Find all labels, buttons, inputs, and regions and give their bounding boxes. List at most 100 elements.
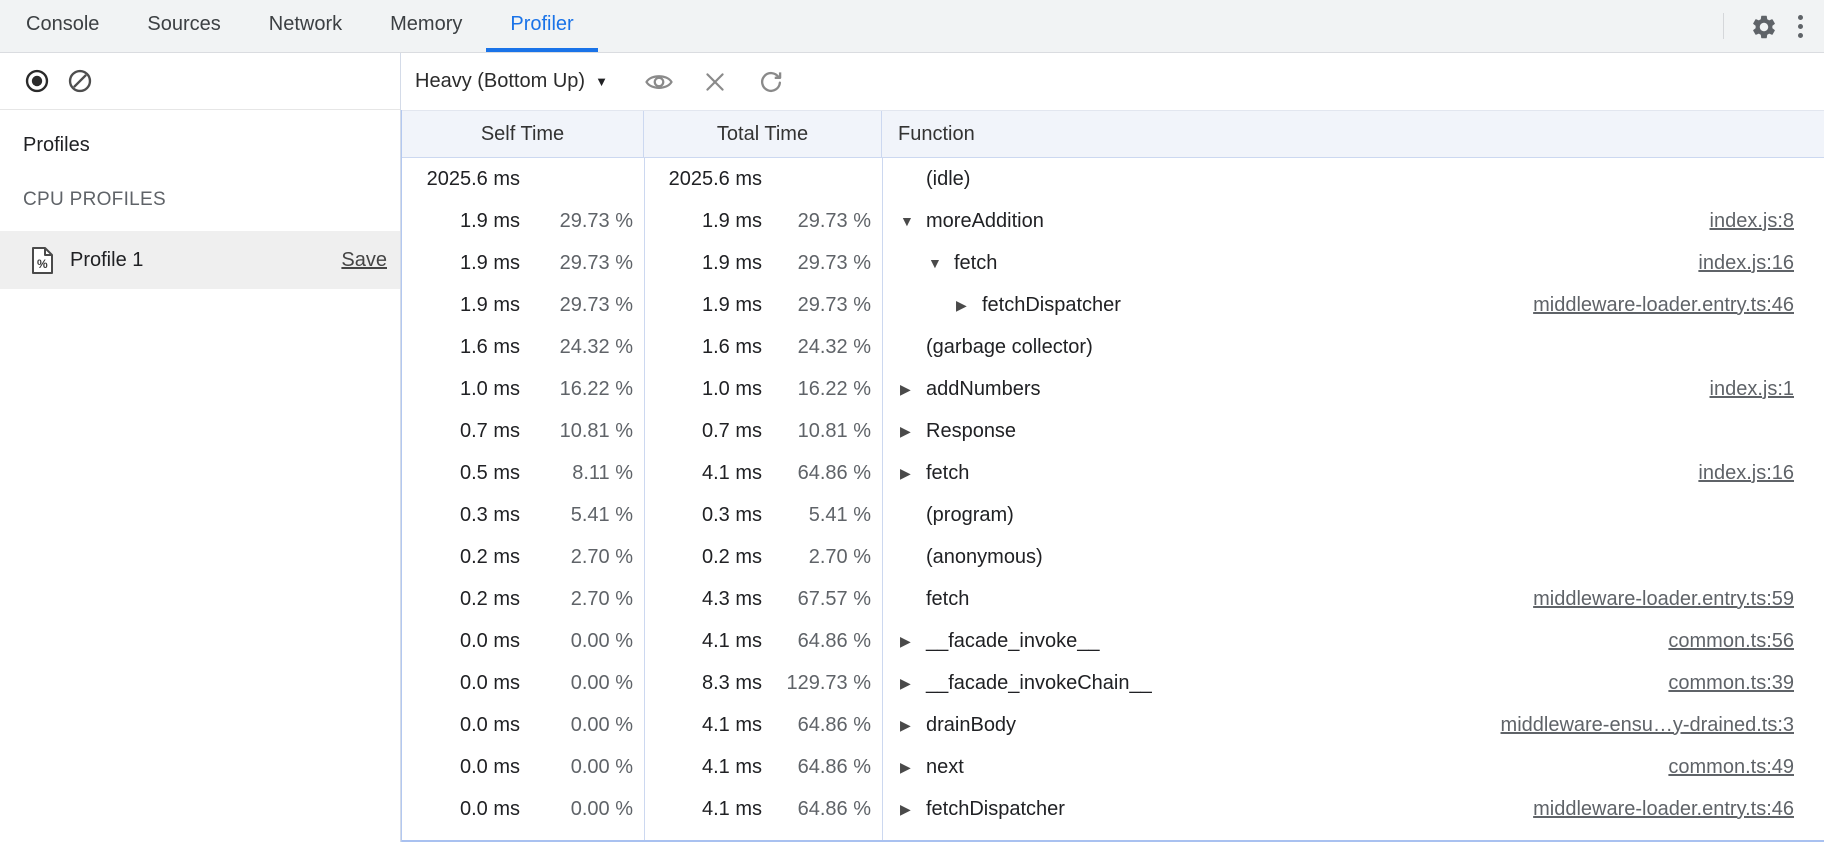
table-row[interactable]: 0.0 ms0.00 %8.3 ms129.73 %▶__facade_invo… <box>402 662 1824 704</box>
restore-refresh-icon[interactable] <box>756 67 786 97</box>
total-time-cell: 8.3 ms129.73 % <box>644 672 882 695</box>
self-time-cell: 1.6 ms24.32 % <box>402 336 644 359</box>
self-time-cell-percent: 10.81 % <box>520 420 644 443</box>
table-row[interactable]: 0.3 ms5.41 %0.3 ms5.41 %(program) <box>402 494 1824 536</box>
self-time-cell-ms: 0.0 ms <box>402 714 520 737</box>
total-time-cell-percent: 5.41 % <box>762 504 882 527</box>
expand-arrow-icon[interactable]: ▶ <box>900 633 926 650</box>
table-row[interactable]: 0.2 ms2.70 %4.3 ms67.57 %fetchmiddleware… <box>402 578 1824 620</box>
total-time-cell: 1.6 ms24.32 % <box>644 336 882 359</box>
view-mode-dropdown[interactable]: Heavy (Bottom Up) ▼ <box>415 70 608 93</box>
self-time-cell-ms: 0.2 ms <box>402 546 520 569</box>
sidebar-item-profiles[interactable]: Profiles <box>0 128 400 163</box>
exclude-selected-close-icon[interactable] <box>700 67 730 97</box>
table-row[interactable]: 0.0 ms0.00 %4.1 ms64.86 %▶drainBodymiddl… <box>402 704 1824 746</box>
tab-profiler[interactable]: Profiler <box>486 0 597 52</box>
focus-selected-eye-icon[interactable] <box>644 67 674 97</box>
self-time-cell-percent: 8.11 % <box>520 462 644 485</box>
profiler-panel: Profiles CPU PROFILES % Profile 1 Save <box>0 53 1824 842</box>
expand-arrow-icon[interactable]: ▶ <box>900 423 926 440</box>
tab-console[interactable]: Console <box>2 0 123 52</box>
table-row[interactable]: 1.9 ms29.73 %1.9 ms29.73 %▶fetchDispatch… <box>402 284 1824 326</box>
kebab-menu-icon[interactable] <box>1784 0 1824 53</box>
table-row[interactable]: 1.6 ms24.32 %1.6 ms24.32 %(garbage colle… <box>402 326 1824 368</box>
self-time-cell: 0.5 ms8.11 % <box>402 462 644 485</box>
self-time-cell-ms: 0.0 ms <box>402 756 520 779</box>
table-row[interactable]: 0.0 ms0.00 %4.1 ms64.86 %▶__facade_invok… <box>402 620 1824 662</box>
source-location-link[interactable]: index.js:8 <box>1710 210 1824 233</box>
source-location-link[interactable]: common.ts:39 <box>1668 672 1824 695</box>
self-time-cell-percent: 2.70 % <box>520 546 644 569</box>
expand-arrow-icon[interactable]: ▶ <box>900 381 926 398</box>
expand-arrow-icon[interactable]: ▼ <box>928 255 954 271</box>
clear-profiles-button[interactable] <box>67 68 93 94</box>
tabbar-spacer <box>598 0 1723 52</box>
expand-arrow-icon[interactable]: ▶ <box>956 297 982 314</box>
function-name: addNumbers <box>926 378 1041 401</box>
settings-gear-icon[interactable] <box>1744 0 1784 53</box>
profile-data-grid: Self Time Total Time Function 2025.6 ms2… <box>401 110 1824 842</box>
total-time-cell-ms: 2025.6 ms <box>644 168 762 191</box>
profile-document-icon: % <box>30 246 55 275</box>
data-grid-body: 2025.6 ms2025.6 ms(idle)1.9 ms29.73 %1.9… <box>402 158 1824 842</box>
function-name: fetchDispatcher <box>926 798 1065 821</box>
column-header-self-time[interactable]: Self Time <box>402 111 644 157</box>
self-time-cell-percent: 5.41 % <box>520 504 644 527</box>
source-location-link[interactable]: middleware-loader.entry.ts:46 <box>1533 798 1824 821</box>
source-location-link[interactable]: common.ts:49 <box>1668 756 1824 779</box>
save-profile-link[interactable]: Save <box>341 249 387 272</box>
self-time-cell-percent: 0.00 % <box>520 672 644 695</box>
source-location-link[interactable]: index.js:16 <box>1698 252 1824 275</box>
column-header-total-time[interactable]: Total Time <box>644 111 882 157</box>
expand-arrow-icon[interactable]: ▶ <box>900 675 926 692</box>
source-location-link[interactable]: index.js:16 <box>1698 462 1824 485</box>
tab-memory[interactable]: Memory <box>366 0 486 52</box>
self-time-cell: 0.0 ms0.00 % <box>402 714 644 737</box>
source-location-link[interactable]: middleware-ensu…y-drained.ts:3 <box>1501 714 1824 737</box>
function-name: (program) <box>926 504 1014 527</box>
tab-network[interactable]: Network <box>245 0 366 52</box>
self-time-cell-ms: 2025.6 ms <box>402 168 520 191</box>
total-time-cell: 1.9 ms29.73 % <box>644 294 882 317</box>
source-location-link[interactable]: common.ts:56 <box>1668 630 1824 653</box>
expand-arrow-icon[interactable]: ▶ <box>900 759 926 776</box>
function-cell: fetchmiddleware-loader.entry.ts:59 <box>882 588 1824 611</box>
total-time-cell: 1.0 ms16.22 % <box>644 378 882 401</box>
total-time-cell-ms: 1.9 ms <box>644 210 762 233</box>
record-button[interactable] <box>24 68 50 94</box>
table-row[interactable]: 0.5 ms8.11 %4.1 ms64.86 %▶fetchindex.js:… <box>402 452 1824 494</box>
profile-item-selected[interactable]: % Profile 1 Save <box>0 231 400 289</box>
total-time-cell-ms: 0.7 ms <box>644 420 762 443</box>
table-row[interactable]: 0.0 ms0.00 %4.1 ms64.86 %▶nextcommon.ts:… <box>402 746 1824 788</box>
total-time-cell: 4.1 ms64.86 % <box>644 798 882 821</box>
function-name: (idle) <box>926 168 970 191</box>
table-row[interactable]: 1.9 ms29.73 %1.9 ms29.73 %▼fetchindex.js… <box>402 242 1824 284</box>
expand-arrow-icon[interactable]: ▼ <box>900 213 926 229</box>
source-location-link[interactable]: index.js:1 <box>1710 378 1824 401</box>
self-time-cell-percent: 29.73 % <box>520 294 644 317</box>
table-row[interactable]: 0.0 ms0.00 %4.1 ms64.86 %▶fetchDispatche… <box>402 788 1824 830</box>
total-time-cell-percent: 64.86 % <box>762 630 882 653</box>
self-time-cell-ms: 0.0 ms <box>402 672 520 695</box>
table-row[interactable]: 0.2 ms2.70 %0.2 ms2.70 %(anonymous) <box>402 536 1824 578</box>
total-time-cell: 2025.6 ms <box>644 168 882 191</box>
table-row[interactable]: 1.9 ms29.73 %1.9 ms29.73 %▼moreAdditioni… <box>402 200 1824 242</box>
self-time-cell: 0.7 ms10.81 % <box>402 420 644 443</box>
table-row[interactable]: 1.0 ms16.22 %1.0 ms16.22 %▶addNumbersind… <box>402 368 1824 410</box>
source-location-link[interactable]: middleware-loader.entry.ts:59 <box>1533 588 1824 611</box>
table-row[interactable]: 0.7 ms10.81 %0.7 ms10.81 %▶Response <box>402 410 1824 452</box>
total-time-cell-ms: 4.1 ms <box>644 462 762 485</box>
source-location-link[interactable]: middleware-loader.entry.ts:46 <box>1533 294 1824 317</box>
tab-sources[interactable]: Sources <box>123 0 244 52</box>
table-row[interactable]: 2025.6 ms 2025.6 ms (idle) <box>402 158 1824 200</box>
total-time-cell-ms: 0.2 ms <box>644 546 762 569</box>
self-time-cell-percent: 29.73 % <box>520 252 644 275</box>
total-time-cell-percent: 64.86 % <box>762 714 882 737</box>
expand-arrow-icon[interactable]: ▶ <box>900 801 926 818</box>
column-header-function[interactable]: Function <box>882 111 1824 157</box>
cpu-profiles-section-heading: CPU PROFILES <box>0 183 400 217</box>
profiles-list: Profiles CPU PROFILES % Profile 1 Save <box>0 110 400 842</box>
expand-arrow-icon[interactable]: ▶ <box>900 465 926 482</box>
self-time-cell-ms: 0.2 ms <box>402 588 520 611</box>
expand-arrow-icon[interactable]: ▶ <box>900 717 926 734</box>
